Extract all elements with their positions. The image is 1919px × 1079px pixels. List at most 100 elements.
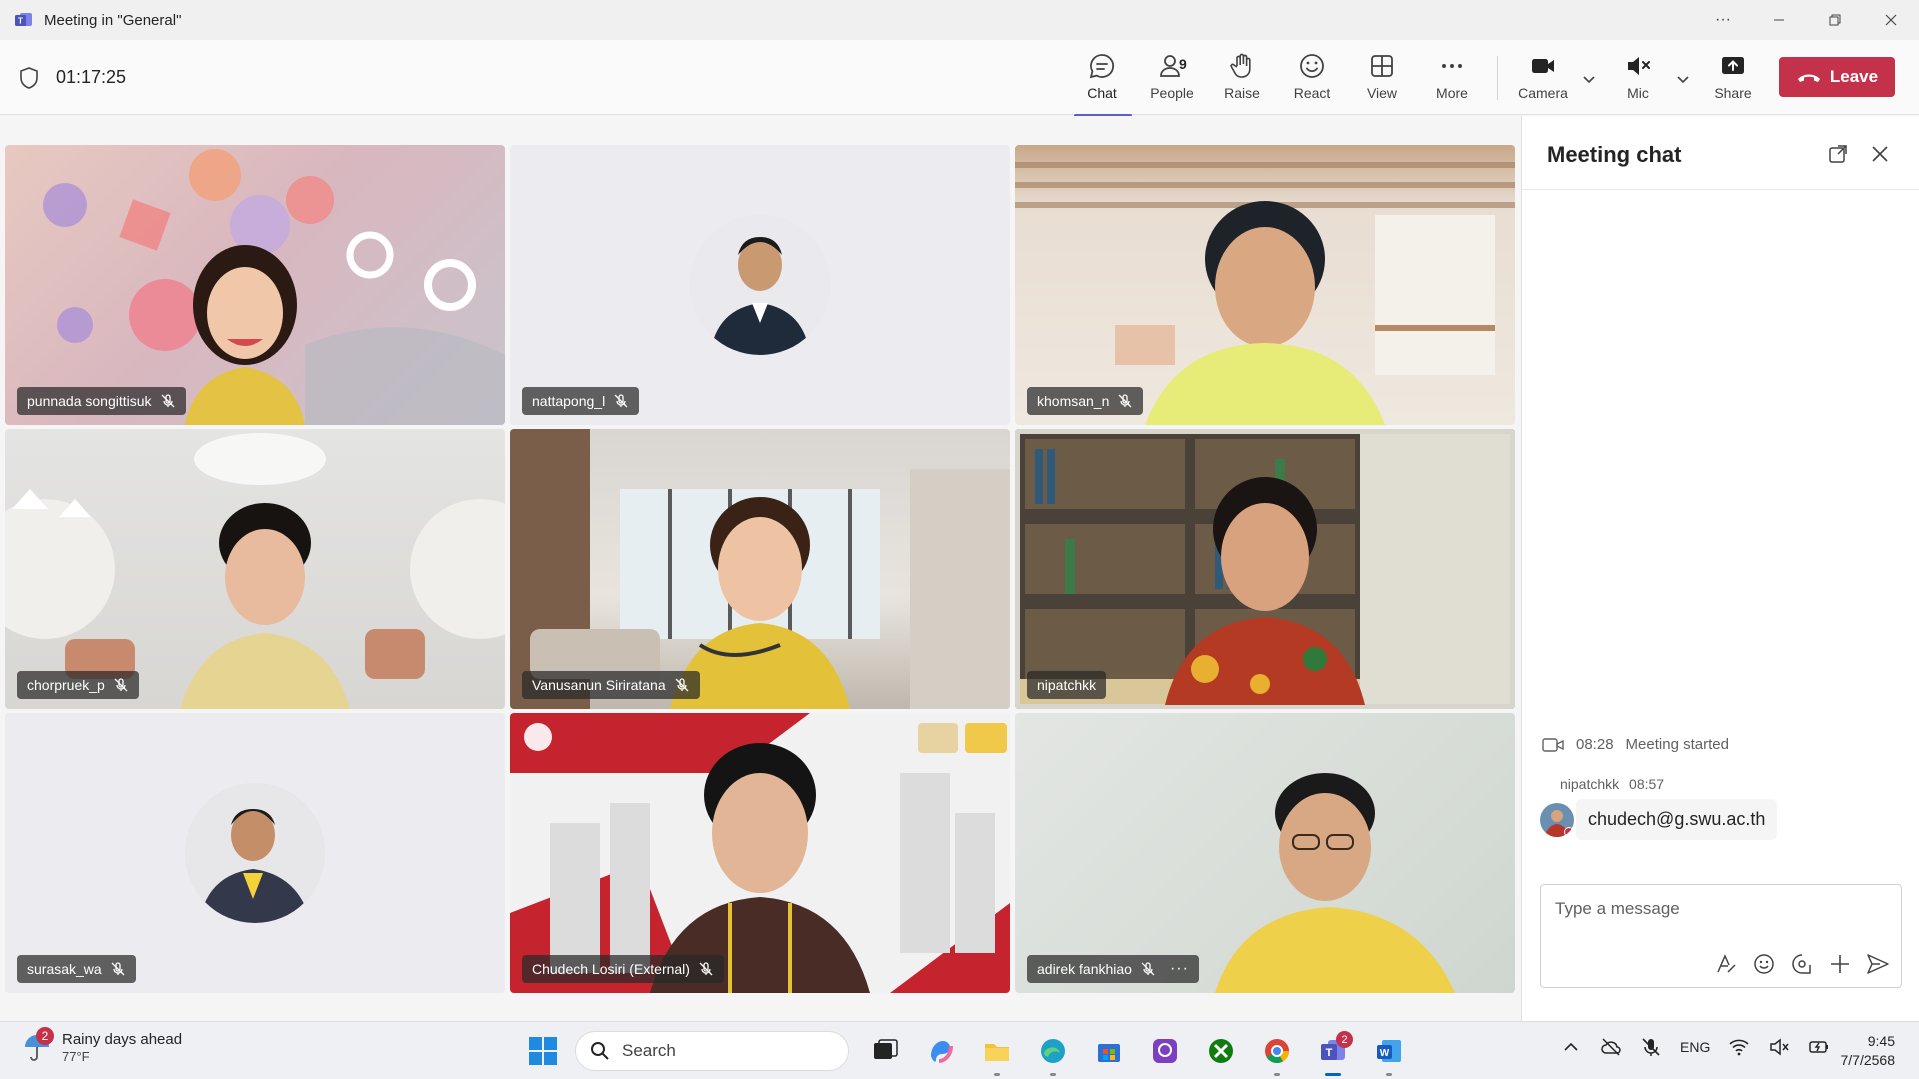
word-icon: W [1377, 1040, 1401, 1062]
camera-options-chevron-icon[interactable] [1580, 70, 1598, 88]
purple-app-icon [1153, 1039, 1177, 1063]
weather-badge: 2 [36, 1027, 54, 1045]
participant-name-tag: nipatchkk [1027, 671, 1107, 699]
more-button[interactable]: More [1420, 52, 1484, 110]
participant-video [650, 743, 870, 993]
cloud-offline-icon[interactable] [1600, 1036, 1622, 1058]
camera-button[interactable]: Camera [1511, 52, 1575, 110]
emoji-icon[interactable] [1751, 951, 1777, 977]
raise-hand-button[interactable]: Raise [1210, 52, 1274, 110]
clock-date: 7/7/2568 [1840, 1052, 1896, 1068]
chat-button[interactable]: Chat [1070, 52, 1134, 117]
share-label: Share [1714, 85, 1752, 101]
participant-tile[interactable]: surasak_wa [5, 713, 505, 993]
mic-off-icon [1141, 962, 1155, 976]
participant-name: khomsan_n [1037, 393, 1110, 409]
task-view-app[interactable] [865, 1031, 905, 1071]
loop-component-icon[interactable] [1789, 951, 1815, 977]
participant-avatar [185, 783, 325, 923]
file-explorer-app[interactable] [977, 1031, 1017, 1076]
svg-text:T: T [1326, 1047, 1333, 1059]
meeting-toolbar: 01:17:25 Chat 9 People Raise React View … [0, 40, 1919, 117]
view-button[interactable]: View [1350, 52, 1414, 110]
pop-out-icon[interactable] [1828, 144, 1848, 164]
search-icon [591, 1042, 609, 1060]
speaker-muted-icon [1628, 57, 1650, 75]
input-language[interactable]: ENG [1680, 1039, 1710, 1055]
participant-tile[interactable]: punnada songittisuk [5, 145, 505, 425]
participant-tile[interactable]: Chudech Losiri (External) [510, 713, 1010, 993]
participant-more-options[interactable]: ··· [1170, 960, 1189, 978]
view-label: View [1366, 85, 1398, 101]
store-app[interactable] [1089, 1031, 1129, 1071]
volume-muted-icon[interactable] [1768, 1036, 1790, 1058]
participant-tile[interactable]: adirek fankhiao ··· [1015, 713, 1515, 993]
participant-video [1215, 773, 1455, 993]
running-indicator [1325, 1073, 1341, 1076]
copilot-app[interactable] [921, 1031, 961, 1071]
leave-button[interactable]: Leave [1779, 57, 1895, 97]
taskbar-clock[interactable]: 9:45 7/7/2568 [1841, 1032, 1896, 1070]
teams-app[interactable]: T 2 [1313, 1031, 1353, 1076]
add-icon[interactable] [1827, 951, 1853, 977]
xbox-app[interactable] [1201, 1031, 1241, 1071]
camera-icon [1532, 59, 1554, 73]
wifi-icon[interactable] [1728, 1036, 1750, 1058]
participant-avatar [690, 215, 830, 355]
participant-video [180, 503, 350, 709]
message-input[interactable] [1555, 899, 1875, 919]
people-button[interactable]: 9 People [1140, 52, 1204, 110]
word-app[interactable]: W [1369, 1031, 1409, 1076]
participant-tile[interactable]: Vanusanun Siriratana [510, 429, 1010, 709]
mic-off-icon [1118, 394, 1132, 408]
video-grid: punnada songittisuk nattapong_l khomsan_… [0, 116, 1520, 1021]
edge-app[interactable] [1033, 1031, 1073, 1076]
meeting-started-notice: 08:28 Meeting started [1542, 736, 1729, 753]
message-meta: nipatchkk 08:57 [1560, 776, 1664, 792]
window-title: Meeting in "General" [44, 11, 182, 29]
participant-tile[interactable]: nattapong_l [510, 145, 1010, 425]
avatar[interactable] [1540, 802, 1574, 837]
more-options-icon[interactable]: ··· [1695, 0, 1751, 40]
weather-title: Rainy days ahead [62, 1031, 183, 1048]
participant-name-tag: chorpruek_p [17, 671, 139, 699]
participant-name: Chudech Losiri (External) [532, 961, 690, 977]
message-sender: nipatchkk [1560, 776, 1620, 792]
running-indicator [1274, 1073, 1280, 1076]
participant-name-tag: nattapong_l [522, 387, 640, 415]
windows-start-icon[interactable] [527, 1035, 559, 1067]
participant-tile-active-speaker[interactable]: nipatchkk [1015, 429, 1515, 709]
camera-app[interactable] [1145, 1031, 1185, 1071]
system-tray: ENG [1560, 1036, 1830, 1058]
taskbar-search[interactable]: Search [575, 1031, 849, 1071]
participant-name: nipatchkk [1037, 677, 1097, 693]
format-icon[interactable] [1713, 951, 1739, 977]
participant-tile[interactable]: khomsan_n [1015, 145, 1515, 425]
weather-widget[interactable]: 2 Rainy days ahead 77°F [22, 1027, 183, 1064]
people-count: 9 [1179, 56, 1187, 72]
close-icon[interactable] [1870, 144, 1890, 164]
chat-message[interactable]: chudech@g.swu.ac.th [1540, 799, 1778, 840]
chevron-up-icon[interactable] [1560, 1036, 1582, 1058]
restore-button[interactable] [1807, 0, 1863, 40]
mic-off-icon [114, 678, 128, 692]
chrome-app[interactable] [1257, 1031, 1297, 1076]
battery-charging-icon[interactable] [1808, 1036, 1830, 1058]
react-button[interactable]: React [1280, 52, 1344, 110]
mic-button[interactable]: Mic [1606, 52, 1670, 110]
close-window-button[interactable] [1863, 0, 1919, 40]
task-view-icon [874, 1039, 898, 1059]
send-icon[interactable] [1865, 951, 1891, 977]
shield-icon[interactable] [18, 66, 40, 90]
taskbar-apps: Search T 2 W [527, 1031, 1409, 1076]
participant-tile[interactable]: chorpruek_p [5, 429, 505, 709]
mic-options-chevron-icon[interactable] [1674, 70, 1692, 88]
participant-video [1165, 477, 1365, 705]
running-indicator [994, 1073, 1000, 1076]
minimize-button[interactable] [1751, 0, 1807, 40]
running-indicator [1050, 1073, 1056, 1076]
hand-icon [1230, 53, 1251, 78]
message-bubble[interactable]: chudech@g.swu.ac.th [1576, 799, 1778, 840]
share-button[interactable]: Share [1701, 52, 1765, 110]
mic-muted-tray-icon[interactable] [1640, 1036, 1662, 1058]
